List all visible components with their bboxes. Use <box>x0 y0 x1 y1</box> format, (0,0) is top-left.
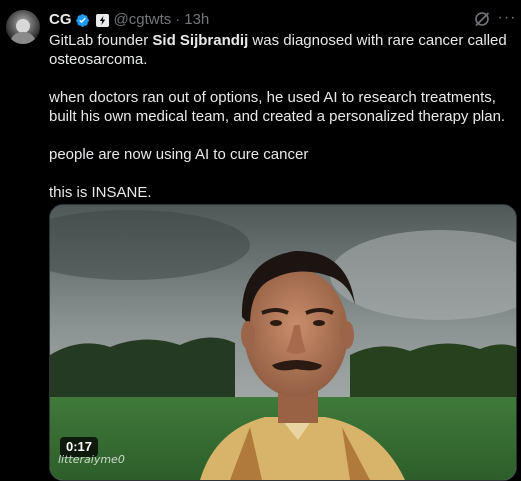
tweet-paragraph-2: when doctors ran out of options, he used… <box>49 89 506 125</box>
avatar[interactable] <box>6 10 40 44</box>
tweet-text: GitLab founder Sid Sijbrandij was diagno… <box>49 31 511 202</box>
timestamp[interactable]: 13h <box>184 11 209 29</box>
tweet-header: CG @cgtwts · 13h <box>49 11 209 29</box>
display-name[interactable]: CG <box>49 11 72 29</box>
separator-dot: · <box>175 11 181 28</box>
video-watermark: litteraiyme0 <box>58 453 125 466</box>
video-player[interactable]: 0:17 litteraiyme0 <box>49 204 517 481</box>
tweet[interactable]: CG @cgtwts · 13h ··· GitLab founder Sid … <box>0 0 521 481</box>
tweet-paragraph-1: GitLab founder Sid Sijbrandij was diagno… <box>49 31 511 69</box>
p1-before: GitLab founder <box>49 32 153 49</box>
tweet-paragraph-3: people are now using AI to cure cancer <box>49 146 309 163</box>
verified-badge-icon[interactable] <box>75 13 90 28</box>
avatar-face <box>16 19 30 33</box>
avatar-shoulders <box>10 32 36 44</box>
grok-icon[interactable] <box>474 11 490 27</box>
more-options-icon[interactable]: ··· <box>497 9 517 29</box>
affiliation-badge-icon[interactable] <box>95 13 109 27</box>
p1-bold-name: Sid Sijbrandij <box>152 32 249 49</box>
handle[interactable]: @cgtwts <box>114 11 172 29</box>
tweet-paragraph-4: this is INSANE. <box>49 184 152 201</box>
video-thumbnail <box>50 205 516 480</box>
